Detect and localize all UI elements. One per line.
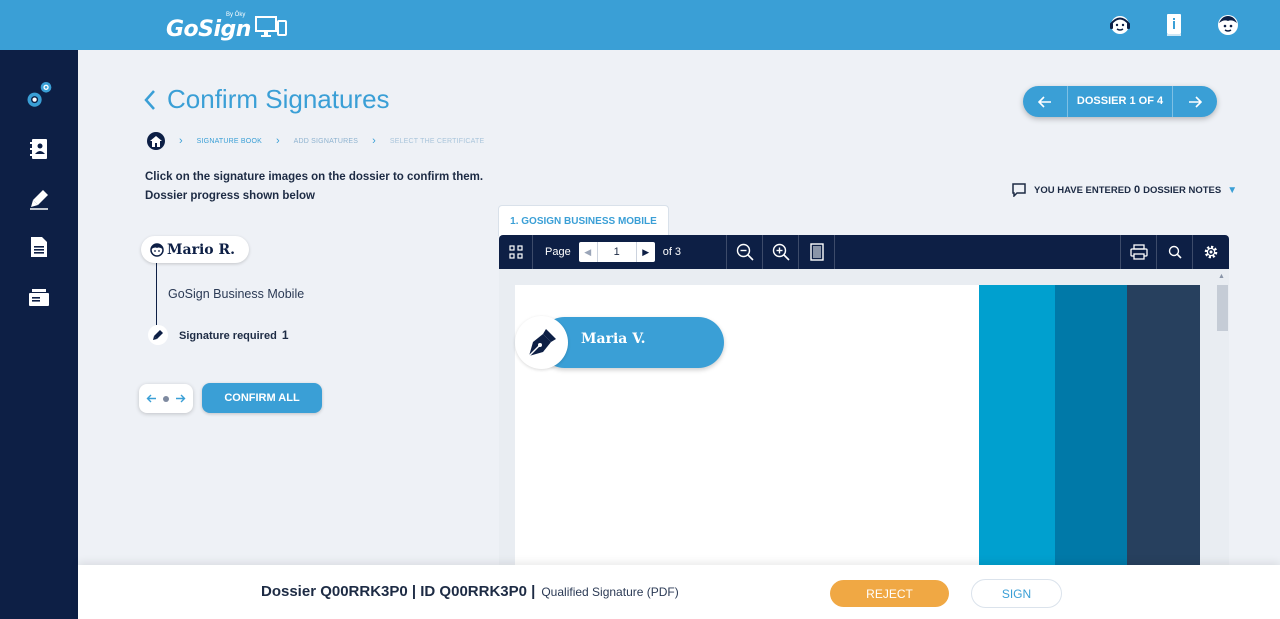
gear-icon[interactable] [1193,235,1229,269]
page-stripe [1127,285,1200,565]
breadcrumb-separator-icon: › [179,135,183,147]
breadcrumb-add-signatures[interactable]: ADD SIGNATURES [294,138,359,145]
user-avatar-icon[interactable] [1216,13,1240,37]
support-agent-icon[interactable] [1108,13,1132,37]
toolbar-spacer [835,235,1121,269]
back-chevron-icon[interactable] [143,88,157,112]
home-icon[interactable] [147,132,165,150]
sidebar [0,50,78,619]
bottom-action-bar: Dossier Q00RRK3P0 | ID Q00RRK3P0 | Quali… [78,565,1280,619]
logo-text: GoSign [166,17,251,42]
dossier-id-text: Dossier Q00RRK3P0 | ID Q00RRK3P0 | [261,583,536,600]
signature-field[interactable]: Maria V. [515,316,724,369]
tab-document[interactable]: 1. GOSIGN BUSINESS MOBILE [498,205,669,236]
dossier-counter: DOSSIER 1 OF 4 [1067,86,1173,117]
caret-down-icon: ▼ [1227,184,1238,196]
page-total: of 3 [662,246,682,258]
signer-name: Mario R. [167,241,235,258]
breadcrumb-separator-icon: › [275,135,280,147]
sign-button[interactable]: SIGN [971,579,1062,608]
thumbnails-grid-icon[interactable] [499,235,533,269]
zoom-out-icon[interactable] [727,235,763,269]
signature-stepper [139,384,193,413]
signature-type: Qualified Signature (PDF) [541,585,679,599]
progress-tree-line [156,263,157,325]
notes-count: 0 [1133,184,1141,196]
document-name: GoSign Business Mobile [168,287,305,301]
info-book-icon[interactable] [1162,13,1186,37]
zoom-in-icon[interactable] [763,235,799,269]
page-number-input[interactable]: 1 [596,242,637,262]
document-icon[interactable] [24,232,54,262]
top-bar: GoSign By Öky [0,0,1280,50]
instructions-line-2: Dossier progress shown below [145,190,315,202]
instructions: Click on the signature images on the dos… [145,168,483,206]
breadcrumb: › SIGNATURE BOOK › ADD SIGNATURES › SELE… [147,132,498,150]
signature-name: Maria V. [581,331,646,347]
confirm-all-button[interactable]: CONFIRM ALL [202,383,322,413]
next-page-icon[interactable]: ▶ [637,242,655,262]
page-title: Confirm Signatures [143,84,390,115]
breadcrumb-separator-icon: › [372,135,376,147]
logo-by-text: By Öky [226,12,246,18]
arrow-left-icon [1038,95,1051,108]
signature-required-count: 1 [281,328,289,342]
breadcrumb-signature-book[interactable]: SIGNATURE BOOK [197,138,262,145]
dossier-notes-toggle[interactable]: YOU HAVE ENTERED 0 DOSSIER NOTES ▼ [1012,183,1237,197]
fit-page-icon[interactable] [799,235,835,269]
dossier-info: Dossier Q00RRK3P0 | ID Q00RRK3P0 | Quali… [261,583,679,600]
breadcrumb-select-certificate: SELECT THE CERTIFICATE [389,137,485,145]
next-dossier-button[interactable] [1173,86,1217,117]
instructions-line-1: Click on the signature images on the dos… [145,171,484,183]
arrow-left-icon[interactable] [146,394,157,403]
signature-pen-icon [148,325,168,345]
gosign-logo[interactable]: GoSign By Öky [166,10,287,42]
previous-dossier-button[interactable] [1023,86,1067,117]
page-stripe [1055,285,1127,565]
previous-page-icon[interactable]: ◀ [579,242,597,262]
viewer-scrollbar[interactable]: ▲ [1216,273,1228,565]
stepper-dot [163,395,169,402]
page-navigator: Page ◀ 1 ▶ of 3 [533,235,727,269]
scroll-thumb[interactable] [1217,285,1228,331]
document-viewport[interactable]: Maria V. ▲ [499,269,1229,565]
monitor-icon [254,16,287,37]
signature-required: Signature required 1 [179,328,289,342]
search-icon[interactable] [1157,235,1193,269]
signature-required-label: Signature required [179,330,277,342]
page-input-group: ◀ 1 ▶ [578,242,655,262]
page-label: Page [545,246,571,258]
contacts-book-icon[interactable] [24,134,54,164]
settings-gears-icon[interactable] [24,82,54,112]
reject-button[interactable]: REJECT [830,580,949,607]
signature-pen-icon[interactable] [24,184,54,214]
arrow-right-icon [1189,95,1202,108]
dossier-navigator: DOSSIER 1 OF 4 [1023,86,1217,117]
signer-badge: Mario R. [141,236,249,263]
arrow-right-icon[interactable] [175,394,186,403]
page-stripe [979,285,1055,565]
page-title-text: Confirm Signatures [167,84,390,114]
scroll-up-icon[interactable]: ▲ [1218,273,1225,280]
viewer-toolbar: Page ◀ 1 ▶ of 3 [499,235,1229,269]
archive-icon[interactable] [24,282,54,312]
notes-suffix: DOSSIER NOTES [1143,184,1222,196]
fountain-pen-icon [515,316,568,369]
user-face-icon [150,243,164,257]
notes-prefix: YOU HAVE ENTERED [1034,184,1131,196]
comment-icon [1012,183,1026,197]
print-icon[interactable] [1121,235,1157,269]
